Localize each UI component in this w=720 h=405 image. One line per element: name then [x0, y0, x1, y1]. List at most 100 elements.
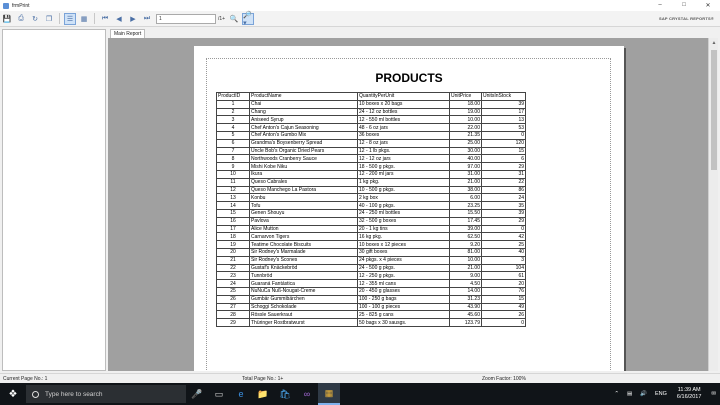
- column-header: ProductName: [249, 92, 358, 101]
- table-cell: 16 kg pkg.: [357, 232, 450, 242]
- table-cell: 12 - 250 g pkgs.: [357, 271, 450, 281]
- table-row: 10 Ikura 12 - 200 ml jars 31.00 31: [216, 169, 526, 179]
- table-cell: Northwoods Cranberry Sauce: [249, 154, 358, 164]
- table-row: 5 Chef Anton's Gumbo Mix 36 boxes 21.35 0: [216, 130, 526, 140]
- table-cell: 14: [216, 201, 250, 210]
- products-table: ProductID ProductName QuantityPerUnit Un…: [216, 92, 526, 327]
- table-cell: Ikura: [249, 169, 358, 179]
- report-page: PRODUCTS ProductID ProductName QuantityP…: [194, 46, 624, 371]
- table-row: 16 Pavlova 32 - 500 g boxes 17.45 29: [216, 216, 526, 226]
- table-cell: 18: [216, 232, 250, 242]
- table-row: 19 Teatime Chocolate Biscuits 10 boxes x 1…: [216, 240, 526, 249]
- table-cell: 31.00: [449, 169, 482, 179]
- taskbar-clock[interactable]: 11:39 AM 6/16/2017: [677, 387, 701, 401]
- zoom-icon[interactable]: 🔎▾: [242, 12, 255, 27]
- table-cell: 20: [481, 279, 526, 288]
- minimize-icon[interactable]: –: [648, 2, 672, 9]
- table-cell: Thüringer Rostbratwurst: [249, 318, 358, 327]
- table-row: 28 Rössle Sauerkraut 25 - 825 g cans 45.60 2…: [216, 310, 526, 320]
- task-view-icon[interactable]: ▭: [208, 383, 230, 405]
- table-cell: 43.90: [449, 302, 482, 312]
- table-cell: 0: [481, 318, 526, 327]
- file-explorer-icon[interactable]: 📁: [252, 383, 274, 405]
- table-cell: 15.50: [449, 208, 482, 218]
- table-row: 25 NuNuCa Nuß-Nougat-Creme 20 - 450 g glas…: [216, 286, 526, 296]
- frmprint-app-icon[interactable]: ▦: [318, 383, 340, 405]
- table-cell: 26: [481, 310, 526, 320]
- first-page-icon[interactable]: ⏮: [99, 13, 111, 25]
- table-cell: Tofu: [249, 201, 358, 210]
- table-row: 8 Northwoods Cranberry Sauce 12 - 12 oz ja…: [216, 154, 526, 164]
- table-cell: 100 - 250 g bags: [357, 294, 450, 304]
- taskbar-search-box[interactable]: Type here to search: [26, 385, 186, 403]
- table-cell: 24: [216, 279, 250, 288]
- notifications-icon[interactable]: ✉: [711, 391, 716, 397]
- scroll-up-icon[interactable]: ▲: [709, 38, 719, 48]
- table-cell: 27: [216, 302, 250, 312]
- binoculars-icon[interactable]: 🔍: [228, 13, 240, 25]
- page-number-input[interactable]: 1: [156, 13, 216, 24]
- table-cell: 11: [216, 177, 250, 187]
- table-cell: 3: [216, 115, 250, 125]
- windows-taskbar: ❖ Type here to search 🎤 ▭ e 📁 🛍 ∞ ▦ ⌃ ▤ …: [0, 383, 720, 405]
- table-cell: 120: [481, 138, 526, 148]
- last-page-icon[interactable]: ⏭: [141, 13, 153, 25]
- tab-main-report[interactable]: Main Report: [110, 29, 146, 38]
- copy-icon[interactable]: ❐: [43, 13, 55, 25]
- table-cell: 31.23: [449, 294, 482, 304]
- table-cell: 48 - 6 oz jars: [357, 123, 450, 132]
- clock-time: 11:39 AM: [677, 387, 701, 393]
- table-cell: 19.00: [449, 107, 482, 117]
- language-indicator[interactable]: ENG: [655, 391, 667, 397]
- table-cell: Tunnbröd: [249, 271, 358, 281]
- previous-page-icon[interactable]: ◀: [113, 13, 125, 25]
- group-tree-panel[interactable]: [2, 29, 106, 371]
- refresh-icon[interactable]: ↻: [29, 13, 41, 25]
- table-cell: 21.00: [449, 177, 482, 187]
- table-row: 26 Gumbär Gummibärchen 100 - 250 g bags 31.…: [216, 294, 526, 304]
- table-row: 12 Queso Manchego La Pastora 10 - 500 g pk…: [216, 185, 526, 195]
- table-cell: 3: [481, 255, 526, 265]
- network-icon[interactable]: ▤: [627, 391, 632, 397]
- table-cell: 20 - 1 kg tins: [357, 224, 450, 234]
- table-cell: 18.00: [449, 99, 482, 109]
- table-cell: 39: [481, 208, 526, 218]
- toolbar-separator: [59, 13, 60, 24]
- tray-chevron-icon[interactable]: ⌃: [614, 391, 619, 397]
- table-cell: 23.25: [449, 201, 482, 210]
- table-cell: 36 boxes: [357, 130, 450, 140]
- toggle-group-tree-icon[interactable]: ☰: [64, 12, 76, 25]
- table-cell: 18 - 500 g pkgs.: [357, 162, 450, 171]
- windows-start-icon[interactable]: ❖: [0, 383, 26, 405]
- edge-browser-icon[interactable]: e: [230, 383, 252, 405]
- export-icon[interactable]: 💾: [1, 13, 13, 25]
- report-viewer[interactable]: PRODUCTS ProductID ProductName QuantityP…: [108, 38, 708, 371]
- volume-icon[interactable]: 🔊: [640, 391, 647, 397]
- next-page-icon[interactable]: ▶: [127, 13, 139, 25]
- table-cell: 15: [481, 146, 526, 156]
- microphone-icon[interactable]: 🎤: [186, 383, 208, 405]
- table-cell: 2: [216, 107, 250, 117]
- table-cell: 25: [216, 286, 250, 296]
- table-cell: 12 - 1 lb pkgs.: [357, 146, 450, 156]
- close-icon[interactable]: ✕: [696, 2, 720, 9]
- print-icon[interactable]: ⎙: [15, 13, 27, 25]
- table-row: 13 Konbu 2 kg box 6.00 24: [216, 193, 526, 203]
- scroll-thumb[interactable]: [711, 50, 717, 170]
- table-cell: Teatime Chocolate Biscuits: [249, 240, 358, 249]
- table-cell: Carnarvon Tigers: [249, 232, 358, 242]
- table-cell: 8: [216, 154, 250, 164]
- table-cell: 6: [216, 138, 250, 148]
- table-cell: 17: [481, 107, 526, 117]
- toggle-param-panel-icon[interactable]: ▦: [78, 13, 90, 25]
- table-cell: 13: [481, 115, 526, 125]
- visual-studio-icon[interactable]: ∞: [296, 383, 318, 405]
- table-cell: 12: [216, 185, 250, 195]
- maximize-icon[interactable]: □: [672, 2, 696, 9]
- current-page-status: Current Page No.: 1: [3, 376, 48, 382]
- vertical-scrollbar[interactable]: ▲: [708, 38, 718, 371]
- store-icon[interactable]: 🛍: [274, 383, 296, 405]
- table-cell: Uncle Bob's Organic Dried Pears: [249, 146, 358, 156]
- report-tabs: Main Report: [108, 28, 720, 38]
- table-row: 27 Schoggi Schokolade 100 - 100 g pieces 43…: [216, 302, 526, 312]
